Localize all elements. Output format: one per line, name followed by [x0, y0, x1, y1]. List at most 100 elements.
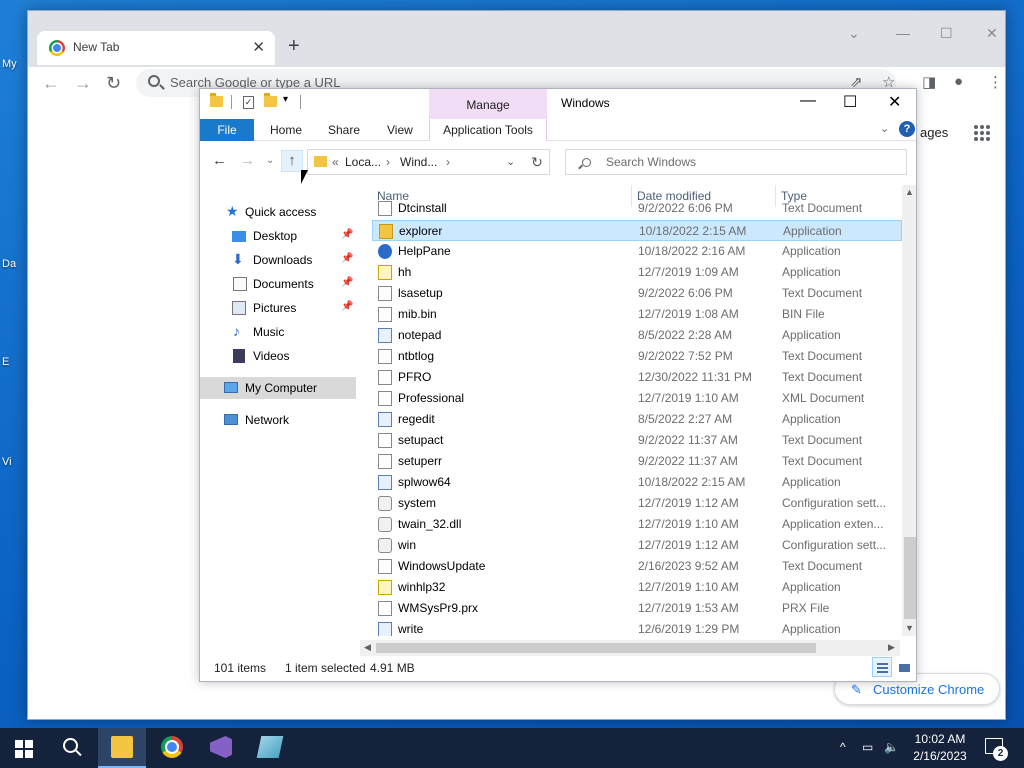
desktop-icon-label[interactable]: My [2, 58, 17, 70]
scroll-right-arrow-icon[interactable]: ▶ [888, 642, 895, 653]
breadcrumb-separator[interactable]: › [386, 155, 390, 169]
file-row[interactable]: setuperr 9/2/2022 11:37 AM Text Document [372, 451, 902, 472]
scroll-thumb[interactable] [376, 643, 816, 653]
show-hidden-icons-chevron-icon[interactable]: ^ [840, 740, 846, 754]
chrome-tab-new-tab[interactable]: New Tab ✕ [37, 31, 275, 65]
nav-item-documents[interactable]: Documents 📌 [200, 273, 356, 295]
taskbar-chrome[interactable] [148, 728, 196, 768]
file-row[interactable]: Professional 12/7/2019 1:10 AM XML Documen… [372, 388, 902, 409]
vertical-scrollbar[interactable]: ▲ ▼ [902, 185, 916, 636]
new-folder-icon[interactable] [264, 93, 277, 107]
large-icons-view-button[interactable] [894, 657, 914, 677]
file-row[interactable]: WMSysPr9.prx 12/7/2019 1:53 AM PRX File [372, 598, 902, 619]
pin-icon[interactable]: 📌 [341, 301, 353, 312]
horizontal-scrollbar[interactable]: ◀ ▶ [360, 640, 900, 656]
tab-search-icon[interactable]: ⌄ [848, 25, 860, 42]
file-row[interactable]: ntbtlog 9/2/2022 7:52 PM Text Document [372, 346, 902, 367]
profile-avatar-icon[interactable]: ● [954, 73, 963, 90]
file-row[interactable]: twain_32.dll 12/7/2019 1:10 AM Application… [372, 514, 902, 535]
up-arrow-button[interactable]: ↑ [281, 150, 303, 172]
taskbar-file-explorer[interactable] [98, 728, 146, 768]
taskbar-notepad[interactable] [246, 728, 294, 768]
pin-icon[interactable]: 📌 [341, 253, 353, 264]
apps-grid-icon[interactable] [974, 125, 990, 141]
search-input[interactable]: Search Windows [565, 149, 907, 175]
minimize-button[interactable]: — [896, 25, 910, 41]
file-row[interactable]: system 12/7/2019 1:12 AM Configuration set… [372, 493, 902, 514]
close-window-button[interactable]: ✕ [888, 92, 901, 112]
scroll-down-arrow-icon[interactable]: ▼ [905, 623, 914, 633]
forward-arrow-icon[interactable]: → [74, 73, 92, 94]
close-window-button[interactable]: ✕ [986, 25, 998, 42]
images-link[interactable]: ages [920, 125, 948, 140]
nav-item-videos[interactable]: Videos [200, 345, 356, 367]
nav-item-network[interactable]: Network [200, 409, 356, 431]
breadcrumb-separator[interactable]: › [446, 155, 450, 169]
nav-item-music[interactable]: ♪ Music [200, 321, 356, 343]
details-view-button[interactable] [872, 657, 892, 677]
file-row[interactable]: Dtcinstall 9/2/2022 6:06 PM Text Document [372, 198, 902, 219]
address-bar[interactable]: « Loca... › Wind... › ⌄ [307, 149, 550, 175]
file-row[interactable]: win 12/7/2019 1:12 AM Configuration sett..… [372, 535, 902, 556]
menu-dots-icon[interactable]: ⋮ [988, 73, 1003, 91]
file-row[interactable]: lsasetup 9/2/2022 6:06 PM Text Document [372, 283, 902, 304]
file-row[interactable]: write 12/6/2019 1:29 PM Application [372, 619, 902, 636]
back-arrow-icon[interactable]: ← [212, 152, 227, 169]
file-row[interactable]: setupact 9/2/2022 11:37 AM Text Document [372, 430, 902, 451]
breadcrumb-overflow[interactable]: « [332, 155, 339, 169]
search-icon[interactable] [63, 738, 78, 753]
tab-home[interactable]: Home [270, 123, 302, 137]
pin-icon[interactable]: 📌 [341, 277, 353, 288]
help-icon[interactable]: ? [899, 121, 915, 137]
network-tray-icon[interactable]: ▭ [862, 740, 873, 754]
nav-item-pictures[interactable]: Pictures 📌 [200, 297, 356, 319]
file-row[interactable]: hh 12/7/2019 1:09 AM Application [372, 262, 902, 283]
nav-item-desktop[interactable]: Desktop 📌 [200, 225, 356, 247]
file-row[interactable]: mib.bin 12/7/2019 1:08 AM BIN File [372, 304, 902, 325]
file-row[interactable]: notepad 8/5/2022 2:28 AM Application [372, 325, 902, 346]
volume-icon[interactable]: 🔈 [884, 740, 899, 754]
taskbar-visual-studio[interactable] [197, 728, 245, 768]
clock[interactable]: 10:02 AM 2/16/2023 [905, 731, 975, 765]
file-row[interactable]: explorer 10/18/2022 2:15 AM Application [372, 220, 902, 241]
side-panel-icon[interactable]: ◨ [922, 73, 936, 91]
quick-access-dropdown-icon[interactable]: ▾ [283, 94, 288, 105]
forward-arrow-icon[interactable]: → [240, 152, 255, 169]
maximize-button[interactable]: ☐ [843, 92, 857, 112]
windows-start-icon[interactable] [15, 740, 33, 758]
desktop-icon-label[interactable]: Vi [2, 456, 12, 468]
tab-application-tools[interactable]: Application Tools [429, 119, 547, 141]
scroll-thumb[interactable] [904, 537, 916, 619]
scroll-up-arrow-icon[interactable]: ▲ [905, 187, 914, 197]
nav-item-quick-access[interactable]: ★ Quick access [200, 201, 356, 223]
breadcrumb-windows[interactable]: Wind... [400, 155, 437, 169]
scroll-left-arrow-icon[interactable]: ◀ [364, 642, 371, 653]
tab-share[interactable]: Share [328, 123, 360, 137]
file-row[interactable]: regedit 8/5/2022 2:27 AM Application [372, 409, 902, 430]
breadcrumb-local-disk[interactable]: Loca... [345, 155, 381, 169]
close-tab-icon[interactable]: ✕ [252, 38, 265, 56]
nav-item-my-computer[interactable]: My Computer [200, 377, 356, 399]
file-row[interactable]: HelpPane 10/18/2022 2:16 AM Application [372, 241, 902, 262]
expand-ribbon-chevron-icon[interactable]: ⌄ [880, 122, 889, 135]
maximize-button[interactable]: ☐ [940, 25, 953, 42]
file-row[interactable]: splwow64 10/18/2022 2:15 AM Application [372, 472, 902, 493]
new-tab-button[interactable]: + [288, 35, 300, 58]
tab-file[interactable]: File [200, 119, 254, 141]
desktop-icon-label[interactable]: E [2, 356, 9, 368]
minimize-button[interactable]: — [800, 92, 816, 110]
back-arrow-icon[interactable]: ← [42, 73, 60, 94]
properties-icon[interactable]: ✓ [243, 96, 254, 109]
desktop-icon-label[interactable]: Da [2, 258, 16, 270]
file-row[interactable]: WindowsUpdate 2/16/2023 9:52 AM Text Docum… [372, 556, 902, 577]
refresh-icon[interactable]: ↻ [525, 149, 550, 175]
pin-icon[interactable]: 📌 [341, 229, 353, 240]
file-row[interactable]: PFRO 12/30/2022 11:31 PM Text Document [372, 367, 902, 388]
tab-view[interactable]: View [387, 123, 413, 137]
tab-manage[interactable]: Manage [429, 89, 547, 119]
recent-locations-chevron-icon[interactable]: ⌄ [266, 155, 274, 166]
reload-icon[interactable]: ↻ [106, 73, 121, 94]
nav-item-downloads[interactable]: ⬇ Downloads 📌 [200, 249, 356, 271]
file-row[interactable]: winhlp32 12/7/2019 1:10 AM Application [372, 577, 902, 598]
address-history-chevron-icon[interactable]: ⌄ [506, 155, 515, 168]
